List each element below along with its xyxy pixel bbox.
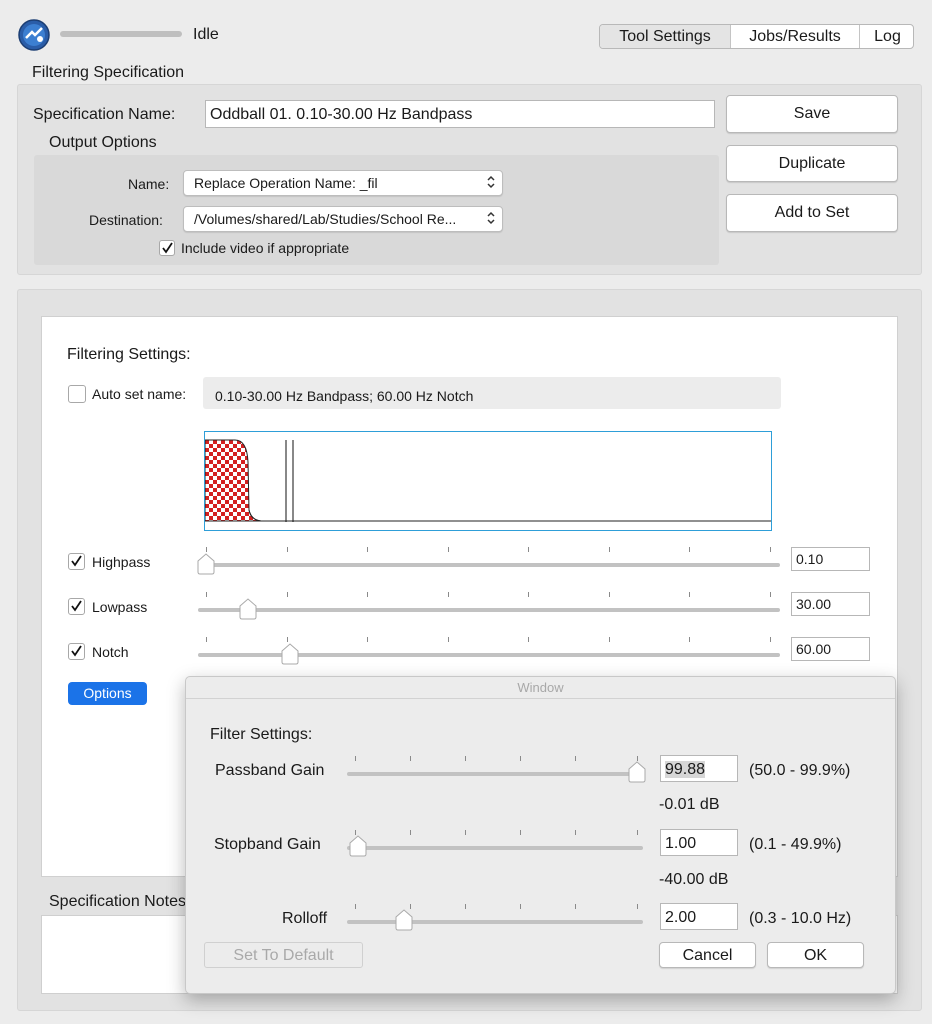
tab-log[interactable]: Log	[860, 25, 913, 48]
notch-value: 60.00	[796, 641, 832, 657]
tab-tool-settings[interactable]: Tool Settings	[600, 25, 731, 48]
destination-popup-value: /Volumes/shared/Lab/Studies/School Re...	[194, 211, 457, 227]
auto-set-name-label: Auto set name:	[92, 386, 187, 402]
tab-jobs-results[interactable]: Jobs/Results	[731, 25, 860, 48]
progress-bar	[60, 31, 182, 37]
output-name-popup[interactable]: Replace Operation Name: _fil	[183, 170, 503, 196]
lowpass-label: Lowpass	[92, 599, 148, 615]
highpass-value: 0.10	[796, 551, 824, 567]
lowpass-value-input[interactable]: 30.00	[791, 592, 870, 616]
specification-name-input[interactable]: Oddball 01. 0.10-30.00 Hz Bandpass	[205, 100, 715, 128]
set-to-default-button[interactable]: Set To Default	[204, 942, 363, 968]
checkmark-icon	[71, 645, 82, 657]
window-title: Window	[186, 677, 895, 699]
slider-thumb-icon[interactable]	[196, 553, 216, 575]
ok-button[interactable]: OK	[767, 942, 864, 968]
passband-gain-input[interactable]: 99.88	[660, 755, 738, 782]
output-name-popup-value: Replace Operation Name: _fil	[194, 175, 378, 191]
slider-thumb-icon[interactable]	[394, 909, 414, 931]
filter-response-plot	[204, 431, 772, 531]
notch-slider[interactable]	[196, 635, 782, 665]
auto-name-value: 0.10-30.00 Hz Bandpass; 60.00 Hz Notch	[215, 388, 474, 404]
notch-checkbox[interactable]	[68, 643, 85, 660]
rolloff-input[interactable]: 2.00	[660, 903, 738, 930]
duplicate-button[interactable]: Duplicate	[726, 145, 898, 182]
auto-set-name-checkbox[interactable]	[68, 385, 86, 403]
destination-popup[interactable]: /Volumes/shared/Lab/Studies/School Re...	[183, 206, 503, 232]
passband-gain-value: 99.88	[665, 761, 706, 778]
include-video-checkbox[interactable]	[159, 240, 175, 256]
filtering-settings-title: Filtering Settings:	[67, 346, 191, 363]
stopband-gain-value: 1.00	[665, 835, 697, 852]
lowpass-value: 30.00	[796, 596, 832, 612]
highpass-label: Highpass	[92, 554, 151, 570]
filtering-specification-title: Filtering Specification	[32, 64, 185, 81]
stopband-gain-label: Stopband Gain	[214, 836, 321, 853]
rolloff-slider[interactable]	[345, 902, 649, 932]
notch-value-input[interactable]: 60.00	[791, 637, 870, 661]
notch-label: Notch	[92, 644, 129, 660]
highpass-slider[interactable]	[196, 545, 782, 575]
chevron-updown-icon	[487, 211, 495, 225]
checkmark-icon	[162, 242, 173, 254]
rolloff-value: 2.00	[665, 909, 697, 926]
output-name-label: Name:	[128, 176, 170, 192]
output-options-title: Output Options	[49, 134, 157, 151]
add-to-set-button[interactable]: Add to Set	[726, 194, 898, 232]
passband-gain-range: (50.0 - 99.9%)	[749, 762, 851, 779]
stopband-gain-slider[interactable]	[345, 828, 649, 858]
filter-settings-title: Filter Settings:	[210, 726, 313, 743]
rolloff-label: Rolloff	[282, 910, 328, 927]
slider-thumb-icon[interactable]	[348, 835, 368, 857]
stopband-gain-input[interactable]: 1.00	[660, 829, 738, 856]
app-icon	[18, 19, 50, 51]
highpass-checkbox[interactable]	[68, 553, 85, 570]
destination-label: Destination:	[89, 212, 163, 228]
specification-name-label: Specification Name:	[33, 106, 176, 123]
slider-thumb-icon[interactable]	[238, 598, 258, 620]
status-text: Idle	[193, 26, 219, 43]
chevron-updown-icon	[487, 175, 495, 189]
stopband-gain-db: -40.00 dB	[659, 871, 729, 888]
tab-bar: Tool Settings Jobs/Results Log	[599, 24, 914, 49]
include-video-label: Include video if appropriate	[181, 240, 350, 256]
highpass-value-input[interactable]: 0.10	[791, 547, 870, 571]
save-button[interactable]: Save	[726, 95, 898, 133]
passband-gain-label: Passband Gain	[215, 762, 325, 779]
passband-gain-db: -0.01 dB	[659, 796, 720, 813]
specification-name-value: Oddball 01. 0.10-30.00 Hz Bandpass	[210, 106, 473, 123]
passband-gain-slider[interactable]	[345, 754, 649, 784]
lowpass-slider[interactable]	[196, 590, 782, 620]
lowpass-checkbox[interactable]	[68, 598, 85, 615]
checkmark-icon	[71, 600, 82, 612]
rolloff-range: (0.3 - 10.0 Hz)	[749, 910, 852, 927]
specification-notes-title: Specification Notes	[49, 893, 186, 910]
checkmark-icon	[71, 555, 82, 567]
stopband-gain-range: (0.1 - 49.9%)	[749, 836, 842, 853]
slider-thumb-icon[interactable]	[627, 761, 647, 783]
options-button[interactable]: Options	[68, 682, 147, 705]
slider-thumb-icon[interactable]	[280, 643, 300, 665]
auto-name-display: 0.10-30.00 Hz Bandpass; 60.00 Hz Notch	[203, 377, 781, 409]
cancel-button[interactable]: Cancel	[659, 942, 756, 968]
